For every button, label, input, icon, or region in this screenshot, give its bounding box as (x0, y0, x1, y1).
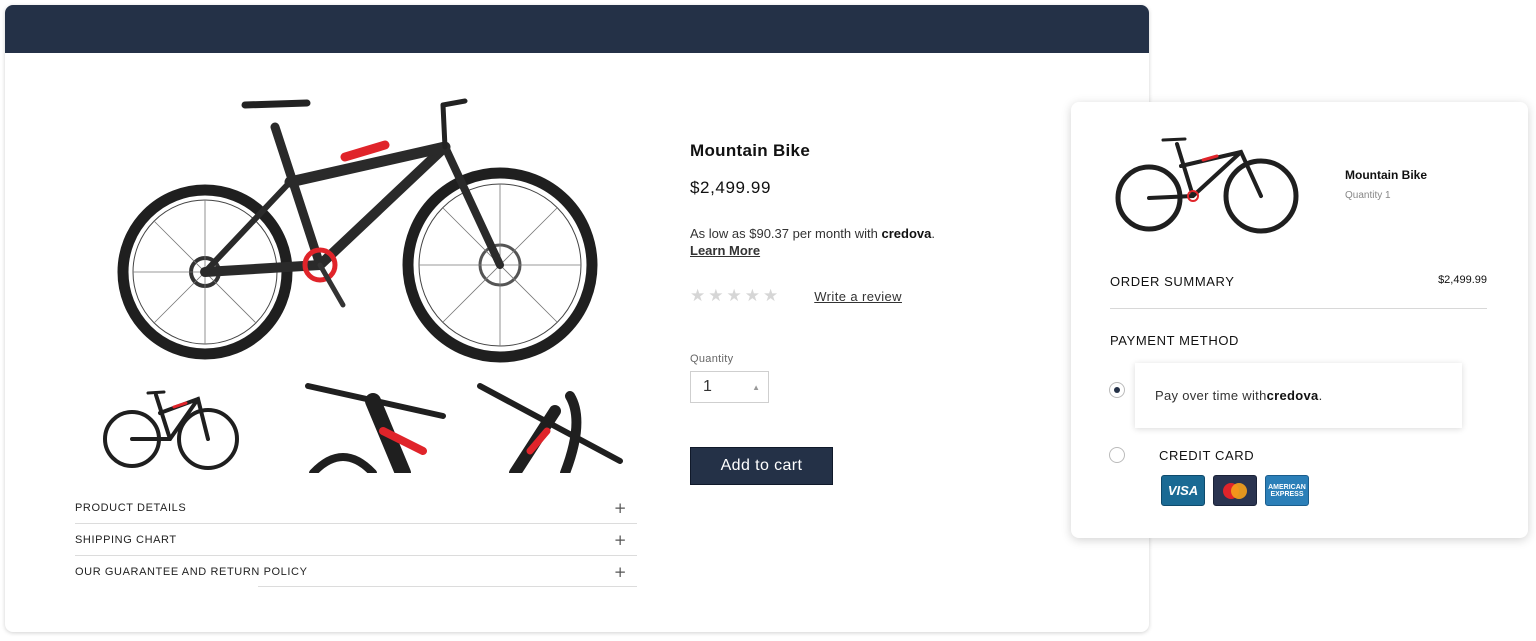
bike-icon (103, 390, 239, 470)
handlebar-icon (305, 383, 446, 473)
chevron-up-icon[interactable]: ▲ (752, 383, 760, 392)
credova-option-suffix: . (1318, 388, 1323, 403)
learn-more-link[interactable]: Learn More (690, 243, 760, 258)
credit-card-label: CREDIT CARD (1159, 448, 1255, 463)
order-summary-row: ORDER SUMMARY $2,499.99 (1110, 274, 1487, 289)
accordion-label: SHIPPING CHART (75, 533, 177, 546)
amex-icon: AMERICAN EXPRESS (1265, 475, 1309, 506)
checkout-product-quantity: Quantity 1 (1345, 190, 1391, 201)
quantity-value[interactable]: 1 (703, 378, 712, 396)
mastercard-icon (1213, 475, 1257, 506)
star-icon[interactable]: ★ (708, 286, 723, 306)
quantity-label: Quantity (690, 353, 734, 365)
write-review-link[interactable]: Write a review (814, 289, 902, 304)
financing-suffix: . (931, 226, 935, 241)
visa-icon: VISA (1161, 475, 1205, 506)
quantity-stepper[interactable]: 1 ▲ (690, 371, 769, 403)
handlebar-icon (477, 383, 623, 473)
accordion-shipping-chart[interactable]: SHIPPING CHART + (75, 524, 637, 556)
product-hero-image (117, 98, 598, 363)
credova-logo: credova (881, 226, 932, 241)
plus-icon[interactable]: + (614, 563, 637, 581)
thumbnail-full-bike[interactable] (100, 381, 250, 473)
checkout-panel: Mountain Bike Quantity 1 ORDER SUMMARY $… (1071, 102, 1528, 538)
payment-method-heading: PAYMENT METHOD (1110, 333, 1240, 348)
accordion-divider (258, 586, 637, 587)
review-row: ★ ★ ★ ★ ★ Write a review (690, 286, 1030, 306)
thumbnail-handlebar-top[interactable] (303, 381, 453, 473)
order-summary-label: ORDER SUMMARY (1110, 274, 1235, 289)
accordion-product-details[interactable]: PRODUCT DETAILS + (75, 492, 637, 524)
star-icon[interactable]: ★ (745, 286, 760, 306)
credova-logo: credova (1266, 388, 1319, 403)
plus-icon[interactable]: + (614, 499, 637, 517)
product-accordion: PRODUCT DETAILS + SHIPPING CHART + OUR G… (75, 492, 637, 588)
summary-divider (1110, 308, 1487, 309)
credova-radio[interactable] (1109, 382, 1125, 398)
financing-prefix: As low as $90.37 per month with (690, 226, 882, 241)
checkout-product-name: Mountain Bike (1345, 168, 1428, 182)
credova-payment-option[interactable]: Pay over time with credova. (1135, 363, 1462, 428)
financing-text: As low as $90.37 per month with credova.… (690, 225, 1030, 259)
accordion-guarantee-return[interactable]: OUR GUARANTEE AND RETURN POLICY + (75, 556, 637, 588)
bike-icon (117, 98, 598, 363)
star-icon[interactable]: ★ (727, 286, 742, 306)
amex-line2: EXPRESS (1270, 490, 1304, 498)
credit-card-radio[interactable] (1109, 447, 1125, 463)
thumbnail-handlebar-front[interactable] (475, 381, 625, 473)
card-logos: VISA AMERICAN EXPRESS (1161, 475, 1309, 506)
order-total: $2,499.99 (1438, 274, 1487, 286)
product-page-window: PRODUCT DETAILS + SHIPPING CHART + OUR G… (5, 5, 1149, 632)
header-bar (5, 5, 1149, 53)
accordion-label: OUR GUARANTEE AND RETURN POLICY (75, 566, 308, 578)
checkout-product-image (1115, 137, 1299, 234)
star-icon[interactable]: ★ (763, 286, 778, 306)
accordion-label: PRODUCT DETAILS (75, 501, 187, 514)
product-info: Mountain Bike $2,499.99 As low as $90.37… (690, 141, 1030, 485)
rating-stars[interactable]: ★ ★ ★ ★ ★ (690, 286, 778, 306)
add-to-cart-button[interactable]: Add to cart (690, 447, 833, 485)
product-title: Mountain Bike (690, 141, 811, 160)
star-icon[interactable]: ★ (690, 286, 705, 306)
product-price: $2,499.99 (690, 178, 772, 197)
plus-icon[interactable]: + (614, 531, 637, 549)
bike-icon (1115, 137, 1299, 234)
credova-option-prefix: Pay over time with (1155, 388, 1267, 403)
amex-line1: AMERICAN (1268, 483, 1306, 491)
